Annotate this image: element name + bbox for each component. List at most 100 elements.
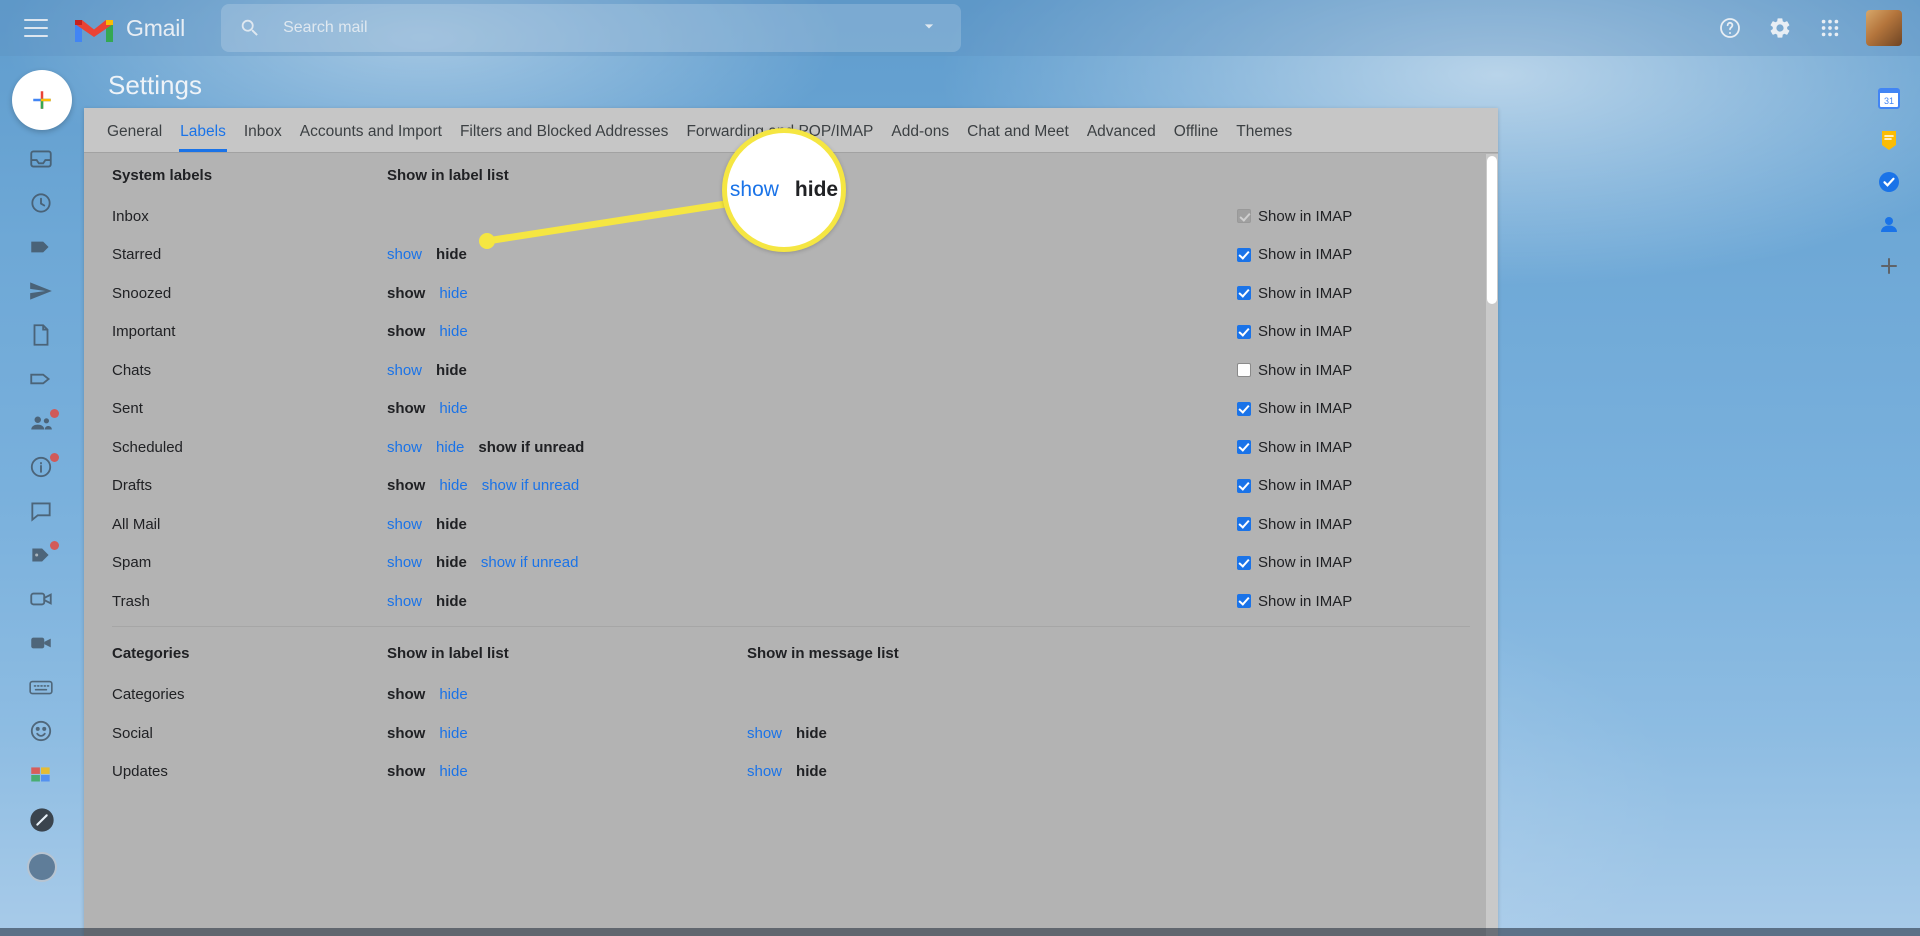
option-hide[interactable]: hide: [439, 477, 467, 494]
sidebar-item-inbox[interactable]: [28, 146, 56, 174]
option-hide[interactable]: hide: [439, 323, 467, 340]
show-in-imap-checkbox[interactable]: [1237, 517, 1251, 532]
tab-inbox[interactable]: Inbox: [235, 123, 291, 152]
option-hide[interactable]: hide: [439, 400, 467, 417]
section-header-categories: Categories Show in label list Show in mess…: [84, 632, 1498, 676]
row-label: Drafts: [112, 477, 153, 495]
tab-labels[interactable]: Labels: [171, 123, 235, 152]
scrollbar-thumb[interactable]: [1487, 156, 1497, 304]
sidebar-item-drafts[interactable]: [28, 322, 56, 350]
gmail-logo-link[interactable]: Gmail: [72, 11, 185, 45]
option-show[interactable]: show: [387, 362, 422, 379]
option-show[interactable]: show: [387, 516, 422, 533]
show-in-imap-label: Show in IMAP: [1258, 477, 1353, 495]
search-options-chevron-icon[interactable]: [919, 16, 939, 41]
sidebar-item-chat[interactable]: [28, 498, 56, 526]
tab-themes[interactable]: Themes: [1227, 123, 1301, 152]
option-hide[interactable]: hide: [439, 686, 467, 703]
tab-general[interactable]: General: [98, 123, 171, 152]
table-row: All Mail show hide Show in IMAP: [84, 505, 1498, 544]
option-show[interactable]: show: [387, 246, 422, 263]
sidebar-item-label-tag[interactable]: [28, 234, 56, 262]
sidebar-item-keyboard[interactable]: [28, 674, 56, 702]
sidebar-item-tag-outline[interactable]: [28, 366, 56, 394]
row-label: Important: [112, 323, 176, 341]
option-hide[interactable]: hide: [439, 725, 467, 742]
sidebar-item-snoozed[interactable]: [28, 190, 56, 218]
show-in-imap-checkbox[interactable]: [1237, 363, 1251, 378]
search-icon: [239, 17, 261, 39]
sidebar-item-video-outline[interactable]: [28, 586, 56, 614]
sidebar-item-people[interactable]: [28, 409, 59, 438]
option-show[interactable]: show: [747, 763, 782, 780]
option-hide: hide: [796, 724, 827, 742]
option-show-if-unread: show if unread: [478, 438, 585, 456]
table-row: Scheduled show hide show if unread Show in I…: [84, 428, 1498, 467]
table-row: Trash show hide Show in IMAP: [84, 582, 1498, 621]
tab-filters-and-blocked-addresses[interactable]: Filters and Blocked Addresses: [451, 123, 678, 152]
settings-vertical-scrollbar[interactable]: [1486, 154, 1498, 936]
show-in-imap-checkbox[interactable]: [1237, 440, 1251, 455]
google-tasks-icon[interactable]: [1877, 170, 1901, 194]
show-in-label-list-options: show hide: [387, 400, 747, 417]
tab-add-ons[interactable]: Add-ons: [882, 123, 958, 152]
google-contacts-icon[interactable]: [1877, 212, 1901, 236]
show-in-imap-checkbox[interactable]: [1237, 401, 1251, 416]
table-row: Chats show hide Show in IMAP: [84, 351, 1498, 390]
option-hide[interactable]: hide: [439, 285, 467, 302]
add-addon-plus-icon[interactable]: [1877, 254, 1901, 278]
show-in-imap-checkbox[interactable]: [1237, 324, 1251, 339]
gear-icon[interactable]: [1760, 8, 1800, 48]
section-title: System labels: [112, 166, 213, 184]
tab-advanced[interactable]: Advanced: [1078, 123, 1165, 152]
google-apps-grid-icon[interactable]: [1810, 8, 1850, 48]
option-hide[interactable]: hide: [439, 763, 467, 780]
sidebar-item-face-smile[interactable]: [28, 718, 56, 746]
tab-chat-and-meet[interactable]: Chat and Meet: [958, 123, 1078, 152]
sidebar-item-labels[interactable]: [28, 541, 59, 570]
tab-offline[interactable]: Offline: [1165, 123, 1228, 152]
google-calendar-icon[interactable]: 31: [1877, 86, 1901, 110]
hamburger-menu-icon[interactable]: [24, 19, 48, 37]
search-input[interactable]: Search mail: [283, 19, 919, 37]
show-in-imap-label: Show in IMAP: [1258, 361, 1353, 379]
show-in-imap-checkbox[interactable]: [1237, 478, 1251, 493]
sidebar-item-palette[interactable]: [28, 762, 56, 790]
account-avatar[interactable]: [1866, 10, 1902, 46]
show-in-label-list-options: show hide show if unread: [387, 439, 747, 456]
show-in-label-list-options: show hide: [387, 763, 747, 780]
show-in-imap-checkbox[interactable]: [1237, 286, 1251, 301]
option-hide[interactable]: hide: [436, 439, 464, 456]
sidebar-item-sent[interactable]: [28, 278, 56, 306]
show-in-imap-checkbox[interactable]: [1237, 555, 1251, 570]
table-row: Sent show hide Show in IMAP: [84, 390, 1498, 429]
search-mail-box[interactable]: Search mail: [221, 4, 962, 52]
option-show[interactable]: show: [387, 593, 422, 610]
option-show[interactable]: show: [387, 554, 422, 571]
option-hide: hide: [796, 763, 827, 781]
option-hide: hide: [436, 554, 467, 572]
show-in-message-list-options: show hide: [747, 763, 1237, 780]
sidebar-item-video-camera[interactable]: [28, 630, 56, 658]
sidebar-user-avatar[interactable]: [27, 852, 57, 882]
row-label: Chats: [112, 361, 152, 379]
option-hide: hide: [436, 592, 467, 610]
sidebar-item-info[interactable]: [28, 453, 59, 482]
show-in-imap-checkbox[interactable]: [1237, 247, 1251, 262]
tab-accounts-and-import[interactable]: Accounts and Import: [291, 123, 451, 152]
table-row: Social show hide show hide: [84, 714, 1498, 753]
option-show-if-unread[interactable]: show if unread: [482, 477, 580, 494]
help-icon[interactable]: [1710, 8, 1750, 48]
option-show[interactable]: show: [747, 725, 782, 742]
show-in-imap-label: Show in IMAP: [1258, 207, 1353, 225]
option-show[interactable]: show: [387, 439, 422, 456]
show-in-imap-label: Show in IMAP: [1258, 284, 1353, 302]
table-row: Spam show hide show if unread Show in IMAP: [84, 544, 1498, 583]
gmail-wordmark: Gmail: [126, 14, 186, 41]
google-keep-icon[interactable]: [1877, 128, 1901, 152]
sidebar-item-dark-circle[interactable]: [28, 806, 56, 834]
show-in-imap-cell: Show in IMAP: [1237, 362, 1498, 379]
compose-button[interactable]: [12, 70, 72, 130]
option-show-if-unread[interactable]: show if unread: [481, 554, 579, 571]
show-in-imap-checkbox[interactable]: [1237, 594, 1251, 609]
